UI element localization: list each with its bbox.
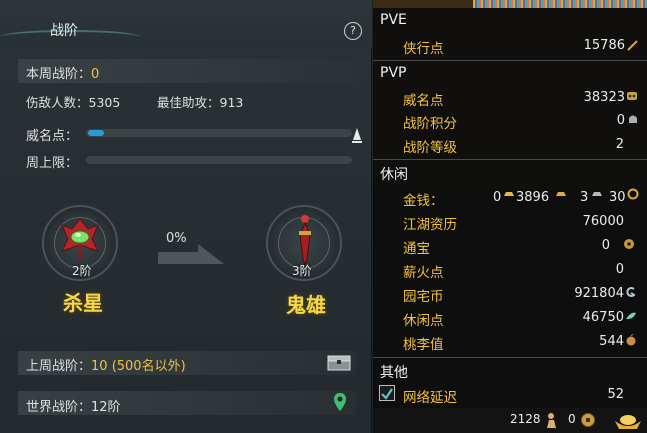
gold-ingot-icon	[504, 192, 514, 196]
world-rank: 世界战阶：12阶	[26, 400, 121, 415]
latency-checkbox[interactable]	[379, 385, 395, 401]
tongbao-value: 0	[601, 238, 610, 253]
xinhuo-value: 0	[615, 262, 624, 277]
assist-stat: 最佳助攻：913	[157, 95, 244, 110]
money-gold: 0	[493, 190, 502, 205]
rank-score-label: 战阶积分	[403, 116, 457, 132]
taoli-label: 桃李值	[403, 337, 444, 353]
money-label: 金钱：	[403, 193, 444, 209]
fame-points-label: 威名点	[403, 93, 444, 109]
leisure-points-label: 休闲点	[403, 313, 444, 329]
battle-rank-panel: 战阶 ? 本周战阶：0 伤敌人数：5305 最佳助攻：913 威名点： 周上限：…	[0, 0, 372, 433]
bottom-count-a: 2128	[510, 412, 541, 426]
rank-level-label: 战阶等级	[403, 140, 457, 156]
fame-points-value: 38323	[583, 90, 625, 105]
kills-value: 5305	[88, 95, 121, 110]
panel-header: 战阶 ?	[0, 0, 372, 48]
chest-icon[interactable]	[327, 355, 351, 371]
tongbao-coin-icon	[624, 239, 634, 249]
current-rank-name: 杀星	[63, 291, 103, 315]
last-week-rank: 上周战阶：10 (500名以外)	[26, 359, 186, 374]
token-icon[interactable]	[580, 412, 596, 428]
rank-level-value: 2	[615, 137, 624, 152]
bottom-count-b: 0	[568, 412, 576, 426]
pve-section-title: PVE	[380, 12, 407, 28]
location-pin-icon[interactable]	[333, 392, 347, 414]
leaf-icon	[626, 312, 636, 320]
leisure-section-title: 休闲	[380, 167, 408, 183]
latency-value: 52	[607, 387, 624, 402]
weekly-cap-label: 周上限：	[26, 156, 79, 171]
weekly-cap-bar	[86, 156, 352, 164]
last-week-value: 10 (500名以外)	[91, 359, 186, 374]
bottom-bar: 2128 0	[373, 408, 647, 433]
leisure-points-value: 46750	[582, 310, 624, 325]
mask-icon	[627, 92, 637, 100]
currency-tooltip-area: PVE 侠行点 15786 PVP 威名点 38323 战阶积分 0 战阶等级 …	[373, 0, 647, 433]
coin-icon	[627, 188, 639, 200]
progress-arrow-icon	[158, 244, 224, 264]
pve-item-label: 侠行点	[403, 41, 444, 57]
cap-marker-icon	[352, 128, 362, 143]
copper-ingot-icon	[592, 192, 602, 196]
taoli-value: 544	[599, 334, 624, 349]
jianghu-value: 76000	[582, 214, 624, 229]
pvp-section-title: PVP	[380, 65, 407, 81]
gui-xiong-emblem-icon	[299, 215, 311, 267]
fame-progress-bar	[86, 129, 352, 137]
next-rank-name: 鬼雄	[286, 293, 326, 317]
helmet-icon	[629, 115, 637, 123]
rank-score-value: 0	[616, 113, 625, 128]
money-copper: 3	[580, 190, 589, 205]
garden-coin-icon	[626, 287, 636, 297]
money-coin: 30	[609, 190, 626, 205]
top-decoration	[473, 0, 647, 8]
panel-title: 战阶	[50, 23, 78, 39]
gold-ingot-shop-icon[interactable]	[613, 409, 643, 431]
next-tier: 3阶	[292, 264, 312, 278]
garden-coin-value: 921804	[574, 286, 624, 301]
silver-ingot-icon	[556, 192, 566, 196]
money-silver: 3896	[516, 190, 550, 205]
assist-value: 913	[219, 95, 244, 110]
world-rank-value: 12阶	[91, 400, 121, 415]
figure-icon	[547, 413, 556, 428]
fame-progress-fill	[88, 130, 104, 136]
checkmark-icon	[381, 388, 393, 400]
peach-icon	[626, 334, 636, 346]
help-button[interactable]: ?	[344, 22, 362, 40]
weekly-rank-label: 本周战阶：0	[26, 67, 100, 82]
garden-coin-label: 园宅币	[403, 289, 444, 305]
tongbao-label: 通宝	[403, 241, 430, 257]
other-section-title: 其他	[380, 365, 408, 381]
kills-stat: 伤敌人数：5305	[26, 95, 121, 110]
jianghu-label: 江湖资历	[403, 217, 457, 233]
xinhuo-label: 薪火点	[403, 265, 444, 281]
pve-item-value: 15786	[583, 38, 625, 53]
current-tier: 2阶	[72, 264, 92, 278]
sha-xing-emblem-icon	[61, 218, 99, 259]
weekly-rank-value: 0	[91, 67, 100, 82]
latency-label: 网络延迟	[403, 390, 457, 406]
fame-label: 威名点：	[26, 129, 79, 144]
sword-icon	[627, 40, 638, 51]
